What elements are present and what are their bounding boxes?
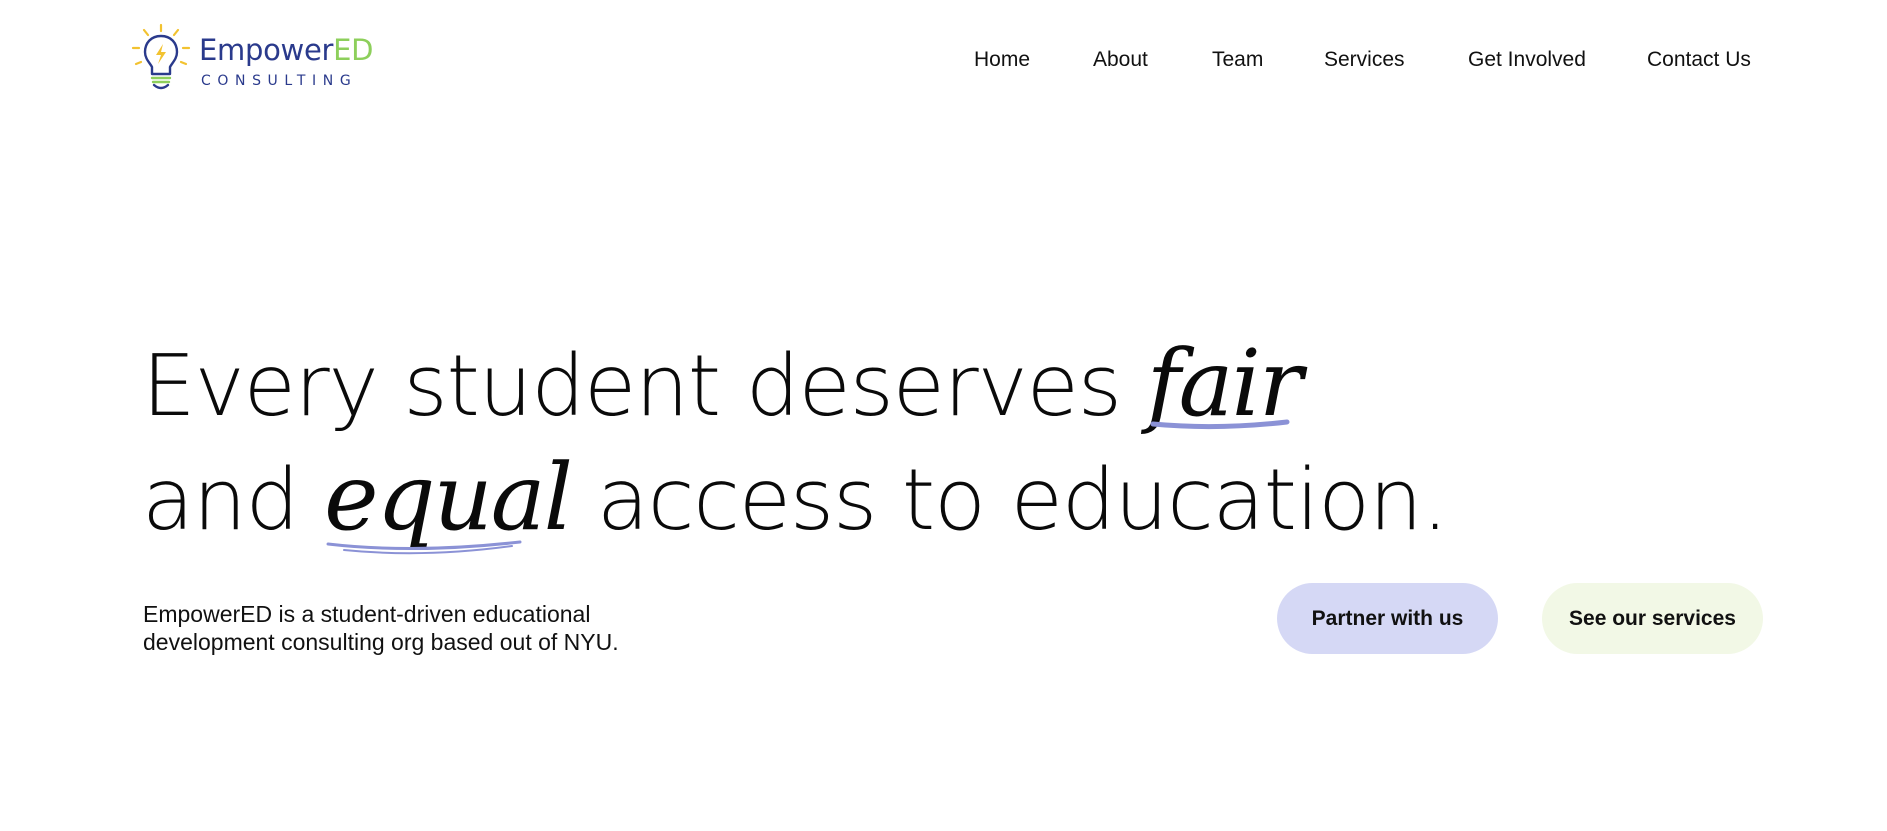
hero-tagline: EmpowerED is a student-driven educationa…	[143, 600, 703, 656]
hero-script-equal: equal	[324, 452, 573, 555]
nav-item-contact-us[interactable]: Contact Us	[1647, 46, 1751, 74]
nav-item-get-involved[interactable]: Get Involved	[1468, 46, 1586, 74]
nav-item-team[interactable]: Team	[1212, 46, 1263, 74]
hero-headline-line-2: and equal access to education.	[142, 452, 1449, 555]
see-our-services-button[interactable]: See our services	[1542, 583, 1763, 654]
nav-item-services[interactable]: Services	[1324, 46, 1405, 74]
brand-subtitle: CONSULTING	[201, 73, 358, 89]
hero-script-equal-text: equal	[324, 444, 573, 551]
hero-line2-suffix: access to education.	[571, 451, 1449, 550]
hero-line1-prefix: Every student deserves	[142, 337, 1147, 436]
tagline-line-2: development consulting org based out of …	[143, 629, 619, 655]
hero-script-fair: fair	[1147, 338, 1303, 430]
hero-script-fair-text: fair	[1146, 330, 1303, 437]
hero-line2-prefix: and	[142, 451, 325, 550]
page: EmpowerED CONSULTING Home About Team Ser…	[0, 0, 1887, 831]
hero-headline-line-1: Every student deserves fair	[142, 338, 1303, 430]
tagline-line-1: EmpowerED is a student-driven educationa…	[143, 601, 591, 627]
partner-with-us-button[interactable]: Partner with us	[1277, 583, 1498, 654]
nav-item-home[interactable]: Home	[974, 46, 1030, 74]
nav-item-about[interactable]: About	[1093, 46, 1148, 74]
main-nav: Home About Team Services Get Involved Co…	[0, 46, 1887, 76]
